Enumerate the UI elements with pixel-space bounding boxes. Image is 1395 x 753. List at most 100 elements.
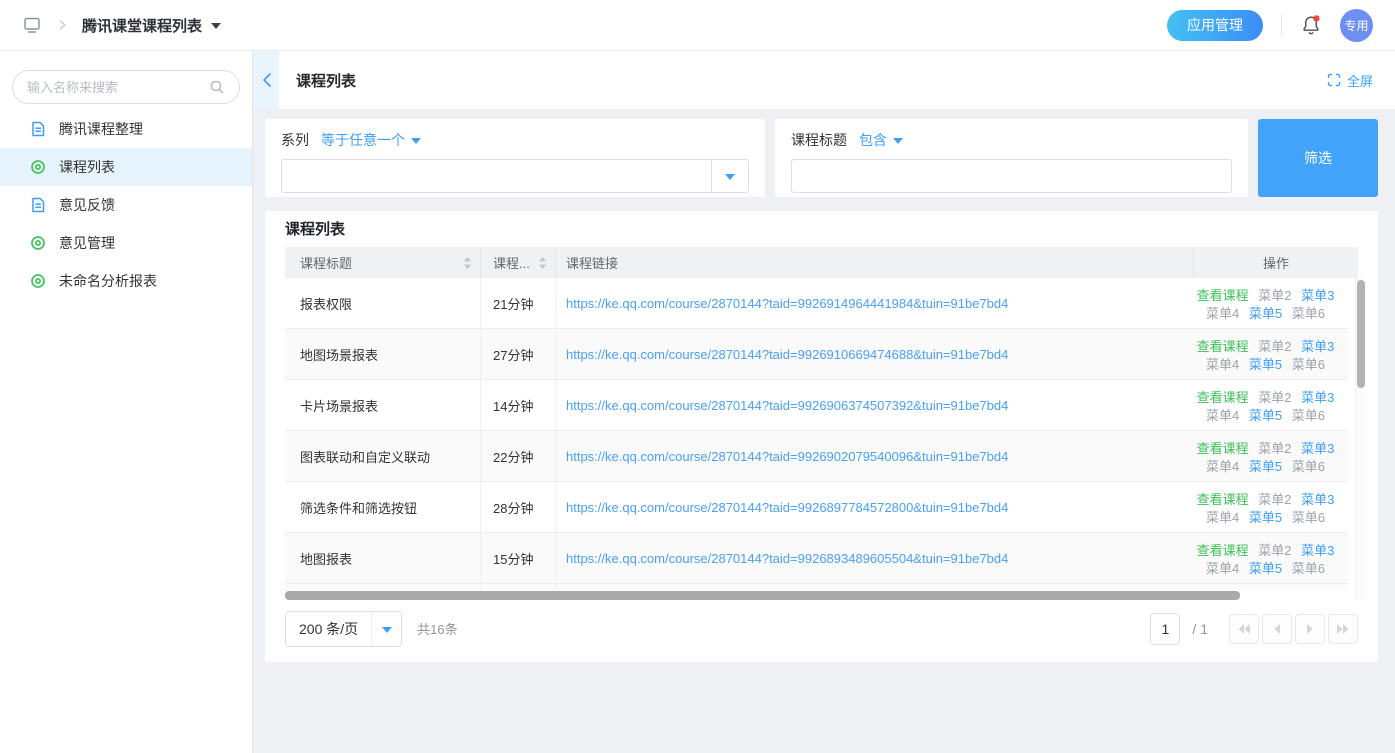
cell-course-duration: 15分钟 bbox=[480, 533, 555, 583]
cell-course-duration: 14分钟 bbox=[480, 380, 555, 430]
sort-icon bbox=[538, 256, 547, 270]
filter-series-card: 系列 等于任意一个 bbox=[265, 119, 765, 197]
column-header-course-link: 课程链接 bbox=[555, 247, 1193, 278]
cell-course-title: 图表联动和自定义联动 bbox=[285, 431, 480, 481]
action-menu-2[interactable]: 菜单2 bbox=[1258, 339, 1291, 354]
course-link[interactable]: https://ke.qq.com/course/2870144?taid=99… bbox=[566, 500, 1008, 515]
cell-actions: 查看课程 菜单2 菜单3 菜单4 菜单5 菜单6 bbox=[1183, 483, 1348, 531]
action-menu-4[interactable]: 菜单4 bbox=[1206, 561, 1239, 576]
course-link[interactable]: https://ke.qq.com/course/2870144?taid=99… bbox=[566, 347, 1008, 362]
back-button[interactable] bbox=[254, 51, 279, 109]
action-menu-4[interactable]: 菜单4 bbox=[1206, 510, 1239, 525]
page-header: 课程列表 全屏 bbox=[254, 51, 1395, 109]
select-caret-button[interactable] bbox=[711, 160, 748, 192]
action-menu-6[interactable]: 菜单6 bbox=[1292, 306, 1325, 321]
sidebar-item-3[interactable]: 意见反馈 bbox=[0, 186, 252, 224]
action-menu-5[interactable]: 菜单5 bbox=[1249, 306, 1282, 321]
page-number-input[interactable] bbox=[1150, 613, 1180, 645]
action-menu-6[interactable]: 菜单6 bbox=[1292, 357, 1325, 372]
action-menu-4[interactable]: 菜单4 bbox=[1206, 357, 1239, 372]
action-menu-4[interactable]: 菜单4 bbox=[1206, 459, 1239, 474]
action-menu-6[interactable]: 菜单6 bbox=[1292, 459, 1325, 474]
action-view-course[interactable]: 查看课程 bbox=[1197, 288, 1249, 303]
action-menu-2[interactable]: 菜单2 bbox=[1258, 441, 1291, 456]
table-row: 筛选条件和筛选按钮28分钟https://ke.qq.com/course/28… bbox=[285, 482, 1348, 533]
horizontal-scrollbar-thumb[interactable] bbox=[285, 591, 1240, 600]
series-filter-label: 系列 bbox=[281, 130, 309, 150]
action-menu-2[interactable]: 菜单2 bbox=[1258, 492, 1291, 507]
cell-course-title: 报表权限 bbox=[285, 278, 480, 328]
last-page-button[interactable] bbox=[1328, 614, 1358, 644]
action-menu-5[interactable]: 菜单5 bbox=[1249, 561, 1282, 576]
sidebar-item-1[interactable]: 腾讯课程整理 bbox=[0, 110, 252, 148]
course-link[interactable]: https://ke.qq.com/course/2870144?taid=99… bbox=[566, 551, 1008, 566]
title-operator-dropdown[interactable]: 包含 bbox=[859, 130, 903, 150]
column-header-actions: 操作 bbox=[1193, 247, 1358, 278]
action-menu-5[interactable]: 菜单5 bbox=[1249, 459, 1282, 474]
page-size-select[interactable]: 200 条/页 bbox=[285, 611, 402, 647]
next-page-button[interactable] bbox=[1295, 614, 1325, 644]
sidebar-item-4[interactable]: 意见管理 bbox=[0, 224, 252, 262]
sidebar-item-2[interactable]: 课程列表 bbox=[0, 148, 252, 186]
action-menu-4[interactable]: 菜单4 bbox=[1206, 408, 1239, 423]
action-menu-3[interactable]: 菜单3 bbox=[1301, 441, 1334, 456]
course-link[interactable]: https://ke.qq.com/course/2870144?taid=99… bbox=[566, 398, 1008, 413]
course-link[interactable]: https://ke.qq.com/course/2870144?taid=99… bbox=[566, 296, 1008, 311]
table-title: 课程列表 bbox=[285, 211, 1358, 247]
action-view-course[interactable]: 查看课程 bbox=[1197, 543, 1249, 558]
action-menu-2[interactable]: 菜单2 bbox=[1258, 288, 1291, 303]
title-filter-input[interactable] bbox=[791, 159, 1232, 193]
filter-submit-button[interactable]: 筛选 bbox=[1258, 119, 1378, 197]
action-menu-3[interactable]: 菜单3 bbox=[1301, 543, 1334, 558]
caret-down-icon bbox=[893, 138, 903, 144]
breadcrumb-app-switcher[interactable]: 腾讯课堂课程列表 bbox=[82, 15, 221, 36]
series-select[interactable] bbox=[281, 159, 749, 193]
action-menu-2[interactable]: 菜单2 bbox=[1258, 543, 1291, 558]
prev-page-button[interactable] bbox=[1262, 614, 1292, 644]
main-panel: 课程列表 全屏 系列 等于任意一个 bbox=[254, 51, 1395, 753]
app-window: 腾讯课堂课程列表 应用管理 专用 腾讯课程整理课程列表意见反馈意见管理未命名分析… bbox=[0, 0, 1395, 753]
page-total-label: / 1 bbox=[1192, 621, 1208, 637]
action-menu-6[interactable]: 菜单6 bbox=[1292, 561, 1325, 576]
action-menu-3[interactable]: 菜单3 bbox=[1301, 288, 1334, 303]
table-row: 报表权限21分钟https://ke.qq.com/course/2870144… bbox=[285, 278, 1348, 329]
action-view-course[interactable]: 查看课程 bbox=[1197, 390, 1249, 405]
action-view-course[interactable]: 查看课程 bbox=[1197, 441, 1249, 456]
action-menu-6[interactable]: 菜单6 bbox=[1292, 408, 1325, 423]
search-input[interactable] bbox=[27, 80, 209, 95]
cell-actions: 查看课程 菜单2 菜单3 菜单4 菜单5 菜单6 bbox=[1183, 432, 1348, 480]
action-menu-2[interactable]: 菜单2 bbox=[1258, 390, 1291, 405]
fullscreen-button[interactable]: 全屏 bbox=[1327, 71, 1373, 90]
action-menu-3[interactable]: 菜单3 bbox=[1301, 492, 1334, 507]
avatar[interactable]: 专用 bbox=[1340, 9, 1373, 42]
action-menu-6[interactable]: 菜单6 bbox=[1292, 510, 1325, 525]
monitor-icon[interactable] bbox=[22, 15, 42, 35]
topbar: 腾讯课堂课程列表 应用管理 专用 bbox=[0, 0, 1395, 51]
action-menu-3[interactable]: 菜单3 bbox=[1301, 339, 1334, 354]
series-operator-dropdown[interactable]: 等于任意一个 bbox=[321, 130, 421, 150]
action-view-course[interactable]: 查看课程 bbox=[1197, 339, 1249, 354]
vertical-scrollbar-thumb[interactable] bbox=[1357, 280, 1365, 388]
sidebar-item-5[interactable]: 未命名分析报表 bbox=[0, 262, 252, 300]
app-manage-button[interactable]: 应用管理 bbox=[1167, 10, 1263, 41]
action-menu-4[interactable]: 菜单4 bbox=[1206, 306, 1239, 321]
cell-actions: 查看课程 菜单2 菜单3 菜单4 菜单5 菜单6 bbox=[1183, 279, 1348, 327]
table-row: 地图场景报表27分钟https://ke.qq.com/course/28701… bbox=[285, 329, 1348, 380]
action-menu-5[interactable]: 菜单5 bbox=[1249, 408, 1282, 423]
notification-bell-icon[interactable] bbox=[1300, 14, 1322, 36]
table-body: 报表权限21分钟https://ke.qq.com/course/2870144… bbox=[285, 278, 1348, 584]
course-link[interactable]: https://ke.qq.com/course/2870144?taid=99… bbox=[566, 449, 1008, 464]
action-menu-5[interactable]: 菜单5 bbox=[1249, 510, 1282, 525]
first-page-button[interactable] bbox=[1229, 614, 1259, 644]
column-header-course-title[interactable]: 课程标题 bbox=[285, 247, 480, 278]
page-size-caret-button[interactable] bbox=[371, 612, 401, 646]
breadcrumb-chevron-icon bbox=[56, 19, 68, 31]
cell-course-duration: 27分钟 bbox=[480, 329, 555, 379]
doc-icon bbox=[30, 121, 46, 137]
table-row-partial bbox=[285, 584, 1348, 590]
cell-course-title: 地图报表 bbox=[285, 533, 480, 583]
action-menu-5[interactable]: 菜单5 bbox=[1249, 357, 1282, 372]
action-view-course[interactable]: 查看课程 bbox=[1197, 492, 1249, 507]
column-header-course-duration[interactable]: 课程... bbox=[480, 247, 555, 278]
action-menu-3[interactable]: 菜单3 bbox=[1301, 390, 1334, 405]
